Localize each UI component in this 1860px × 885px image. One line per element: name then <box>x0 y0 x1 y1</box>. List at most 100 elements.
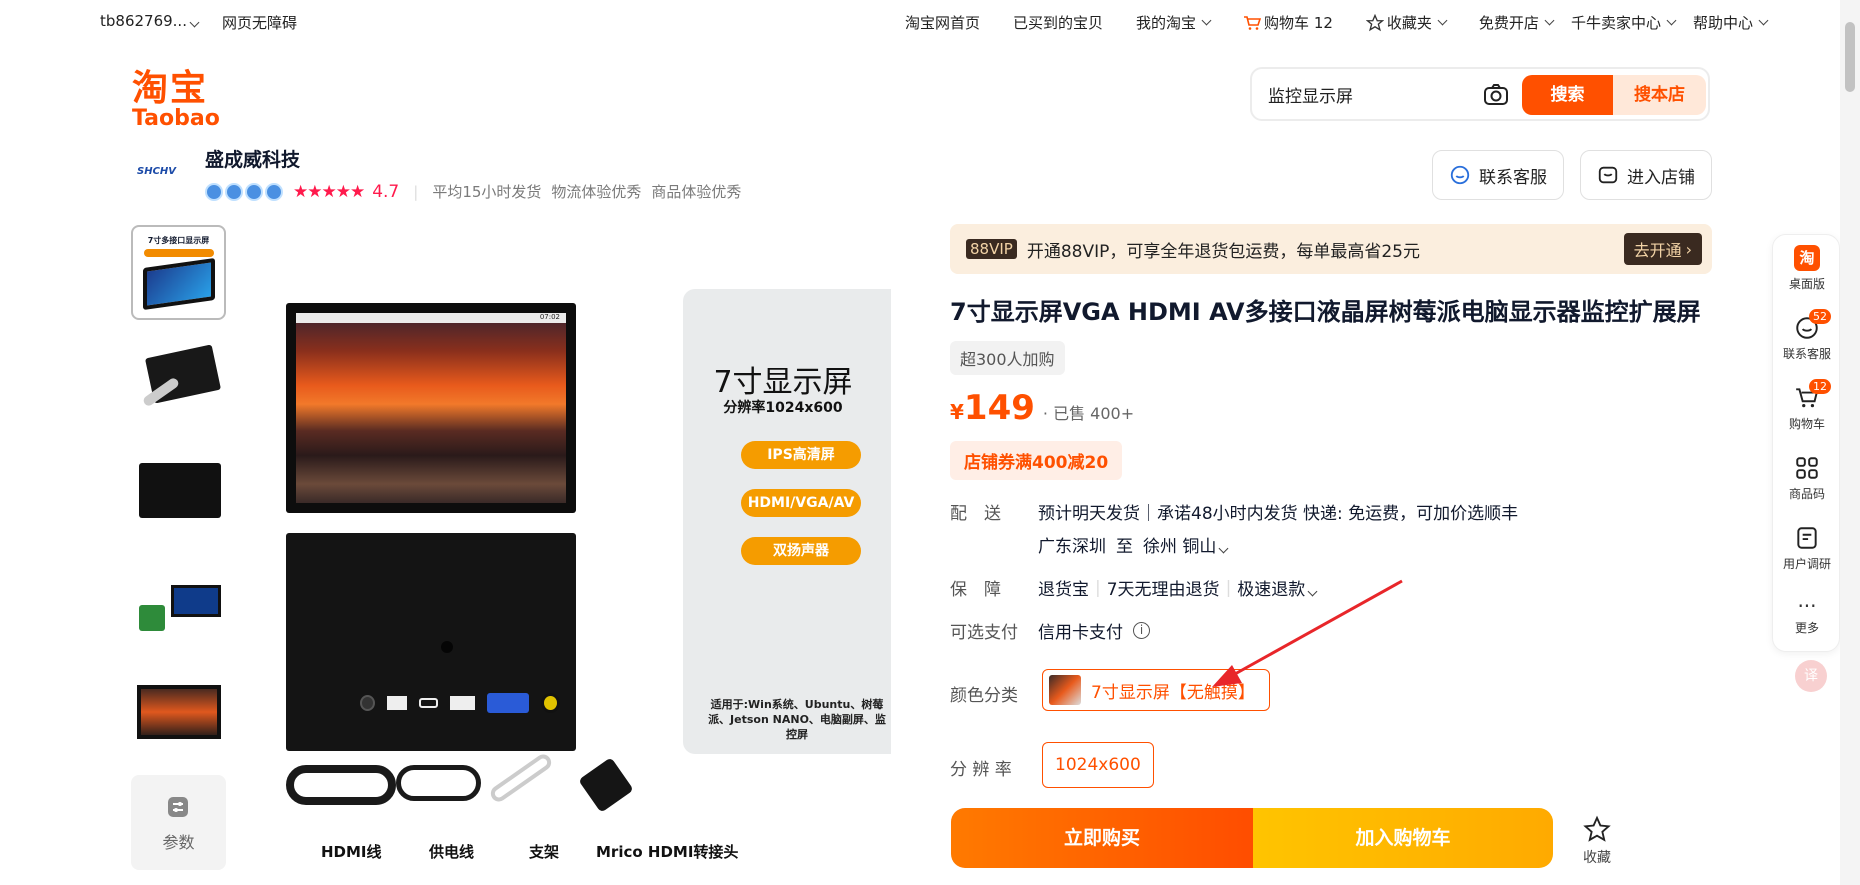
nav-open-shop[interactable]: 免费开店 <box>1479 12 1555 33</box>
params-button[interactable]: 参数 <box>131 775 226 870</box>
nav-bought[interactable]: 已买到的宝贝 <box>1013 12 1103 33</box>
spec-card: 7寸显示屏 分辨率1024x600 IPS高清屏 HDMI/VGA/AV 双扬声… <box>683 289 891 754</box>
spec-pill: IPS高清屏 <box>741 441 861 469</box>
resolution-label: 分 辨 率 <box>950 760 1012 780</box>
accessory-label: 供电线 <box>429 843 475 861</box>
power-cable-image <box>396 765 481 801</box>
sold-count: · 已售 400+ <box>1042 404 1135 423</box>
chevron-down-icon <box>1437 15 1448 26</box>
delivery-to-selector[interactable]: 徐州 铜山 <box>1143 532 1229 557</box>
nav-my-taobao[interactable]: 我的淘宝 <box>1136 12 1212 33</box>
thumbnail-4[interactable] <box>131 555 226 650</box>
chevron-down-icon <box>1544 15 1555 26</box>
sidebar-item-more[interactable]: ··· 更多 <box>1773 595 1841 636</box>
shop-logo[interactable]: SHCHV <box>137 166 185 182</box>
search-shop-button[interactable]: 搜本店 <box>1613 75 1706 115</box>
page-scrollbar[interactable] <box>1840 0 1860 885</box>
thumbnail-1[interactable]: 7寸多接口显示屏 <box>131 225 226 320</box>
delivery-label: 配 送 <box>950 504 1001 524</box>
vip-badge: 88VIP <box>966 239 1017 259</box>
cart-icon <box>1244 15 1262 30</box>
spec-pill: HDMI/VGA/AV <box>741 489 861 517</box>
resolution-option-selected[interactable]: 1024x600 <box>1042 742 1154 788</box>
top-bar: tb862769... 网页无障碍 淘宝网首页 已买到的宝贝 我的淘宝 购物车 … <box>0 0 1840 43</box>
cart-count-tag: 超300人加购 <box>950 341 1065 375</box>
screen-time: 07:02 <box>539 313 560 321</box>
spec-resolution: 分辨率1024x600 <box>723 400 843 416</box>
product-title: 7寸显示屏VGA HDMI AV多接口液晶屏树莓派电脑显示器监控扩展屏 <box>950 298 1701 326</box>
shop-meta-item: 物流体验优秀 <box>551 183 642 201</box>
sidebar-item-service[interactable]: 52 联系客服 <box>1773 309 1841 362</box>
username[interactable]: tb862769... <box>100 12 187 30</box>
shop-meta: ★★★★★ 4.7 | 平均15小时发货 物流体验优秀 商品体验优秀 <box>205 181 741 202</box>
thumbnail-3[interactable] <box>131 445 226 540</box>
search-input[interactable] <box>1268 82 1508 106</box>
chevron-down-icon <box>1758 15 1769 26</box>
chevron-down-icon <box>1666 15 1677 26</box>
shop-meta-item: 商品体验优秀 <box>651 183 742 201</box>
sidebar-item-desktop[interactable]: 淘 桌面版 <box>1773 245 1841 292</box>
translate-icon[interactable]: 译 <box>1795 660 1827 692</box>
thumbnail-5[interactable] <box>131 665 226 760</box>
shop-meta-item: 平均15小时发货 <box>432 183 542 201</box>
accessibility-link[interactable]: 网页无障碍 <box>222 12 297 33</box>
vip-banner: 88VIP 开通88VIP，可享全年退货包运费，每单最高省25元 去开通 › <box>950 224 1712 274</box>
chevron-down-icon <box>1218 543 1229 554</box>
search-button[interactable]: 搜索 <box>1522 75 1613 115</box>
favorite-button[interactable]: 收藏 <box>1578 815 1616 867</box>
color-label: 颜色分类 <box>950 686 1018 706</box>
sidebar-item-cart[interactable]: 12 购物车 <box>1773 379 1841 432</box>
service-icon <box>1450 165 1470 185</box>
stand-image <box>487 751 555 805</box>
user-menu[interactable]: tb862769... <box>100 12 200 33</box>
payment-label: 可选支付 <box>950 623 1018 643</box>
nav-favorites[interactable]: 收藏夹 <box>1365 12 1448 33</box>
add-to-cart-button[interactable]: 加入购物车 <box>1253 808 1553 868</box>
delivery-route: 广东深圳 至 徐州 铜山 <box>1038 532 1229 557</box>
accessory-label: 支架 <box>529 843 560 861</box>
annotation-arrow <box>1212 579 1403 687</box>
qr-icon <box>1796 457 1818 479</box>
payment-value: 信用卡支付 i <box>1038 618 1150 643</box>
vip-open-button[interactable]: 去开通 › <box>1623 233 1702 265</box>
star-rating-icon: ★★★★★ <box>293 181 365 202</box>
nav-home[interactable]: 淘宝网首页 <box>905 12 980 33</box>
spec-headline: 7寸显示屏 <box>713 365 853 400</box>
chevron-down-icon <box>189 17 200 28</box>
info-icon[interactable]: i <box>1133 622 1150 639</box>
shop-name[interactable]: 盛成威科技 <box>205 145 300 172</box>
survey-icon <box>1797 527 1817 549</box>
sidebar-item-survey[interactable]: 用户调研 <box>1773 525 1841 572</box>
chevron-right-icon: › <box>1685 239 1692 259</box>
coupon-badge[interactable]: 店铺券满400减20 <box>950 441 1123 480</box>
sidebar-item-qr[interactable]: 商品码 <box>1773 455 1841 502</box>
thumbnail-2[interactable] <box>131 335 226 430</box>
delivery-from: 广东深圳 <box>1038 537 1106 557</box>
chevron-down-icon <box>1201 15 1212 26</box>
currency-symbol: ¥ <box>950 400 964 424</box>
price: 149 <box>963 388 1035 428</box>
price-row: ¥ 149 · 已售 400+ <box>950 388 1134 428</box>
taobao-logo[interactable]: 淘宝 Taobao <box>132 70 220 130</box>
search-box: 搜索 搜本店 <box>1250 67 1710 121</box>
nav-cart[interactable]: 购物车 12 <box>1243 12 1333 33</box>
buy-now-button[interactable]: 立即购买 <box>951 808 1253 868</box>
shop-icon <box>1598 166 1618 184</box>
taobao-icon: 淘 <box>1794 245 1820 271</box>
guarantee-label: 保 障 <box>950 580 1001 600</box>
monitor-back-image <box>286 533 576 751</box>
camera-icon[interactable] <box>1482 81 1510 109</box>
shop-rating: 4.7 <box>372 181 400 202</box>
cart-badge: 12 <box>1809 379 1831 394</box>
vip-text: 开通88VIP，可享全年退货包运费，每单最高省25元 <box>1026 241 1420 262</box>
monitor-front-image: 07:02 <box>286 303 576 513</box>
nav-seller-center[interactable]: 千牛卖家中心 <box>1571 12 1677 33</box>
enter-shop-button[interactable]: 进入店铺 <box>1580 150 1712 200</box>
adapter-image <box>578 757 634 813</box>
delivery-text: 预计明天发货｜承诺48小时内发货 快递: 免运费，可加价选顺丰 <box>1038 504 1519 524</box>
nav-help[interactable]: 帮助中心 <box>1693 12 1769 33</box>
accessory-label: HDMI线 <box>321 843 382 861</box>
contact-service-button[interactable]: 联系客服 <box>1432 150 1564 200</box>
service-badge: 52 <box>1809 309 1831 324</box>
main-product-image[interactable]: 07:02 7寸显示屏 分辨率1024x600 IPS高清屏 HDMI/VGA/… <box>246 225 891 870</box>
